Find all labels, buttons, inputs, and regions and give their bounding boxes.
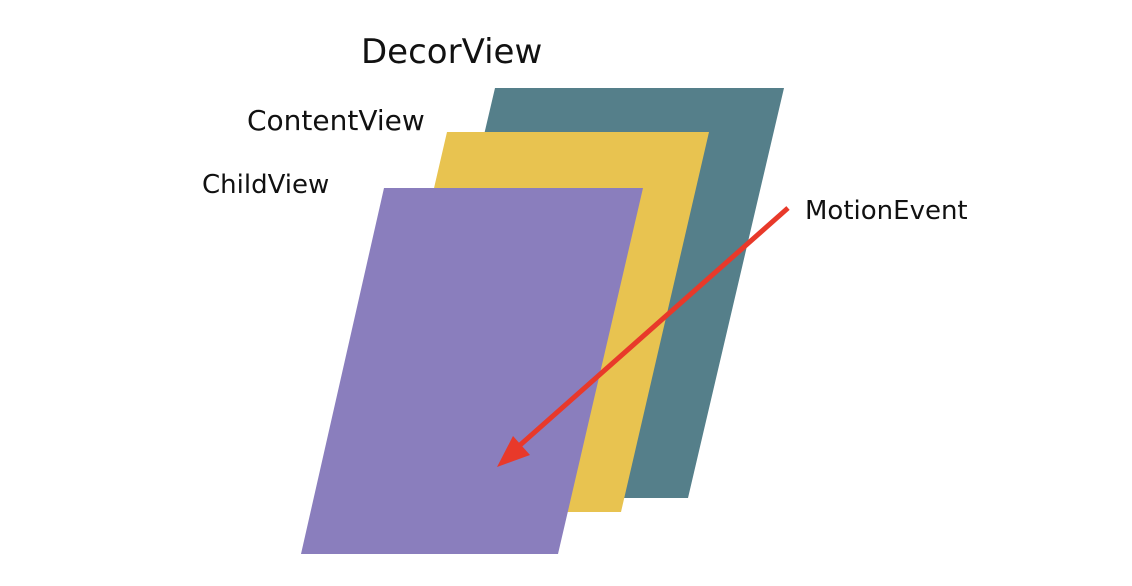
motion-event-label: MotionEvent [805,196,968,226]
child-view-label: ChildView [202,170,329,200]
content-view-label: ContentView [247,104,425,137]
view-hierarchy-diagram: DecorView ContentView ChildView MotionEv… [202,32,968,554]
decor-view-label: DecorView [361,32,542,72]
